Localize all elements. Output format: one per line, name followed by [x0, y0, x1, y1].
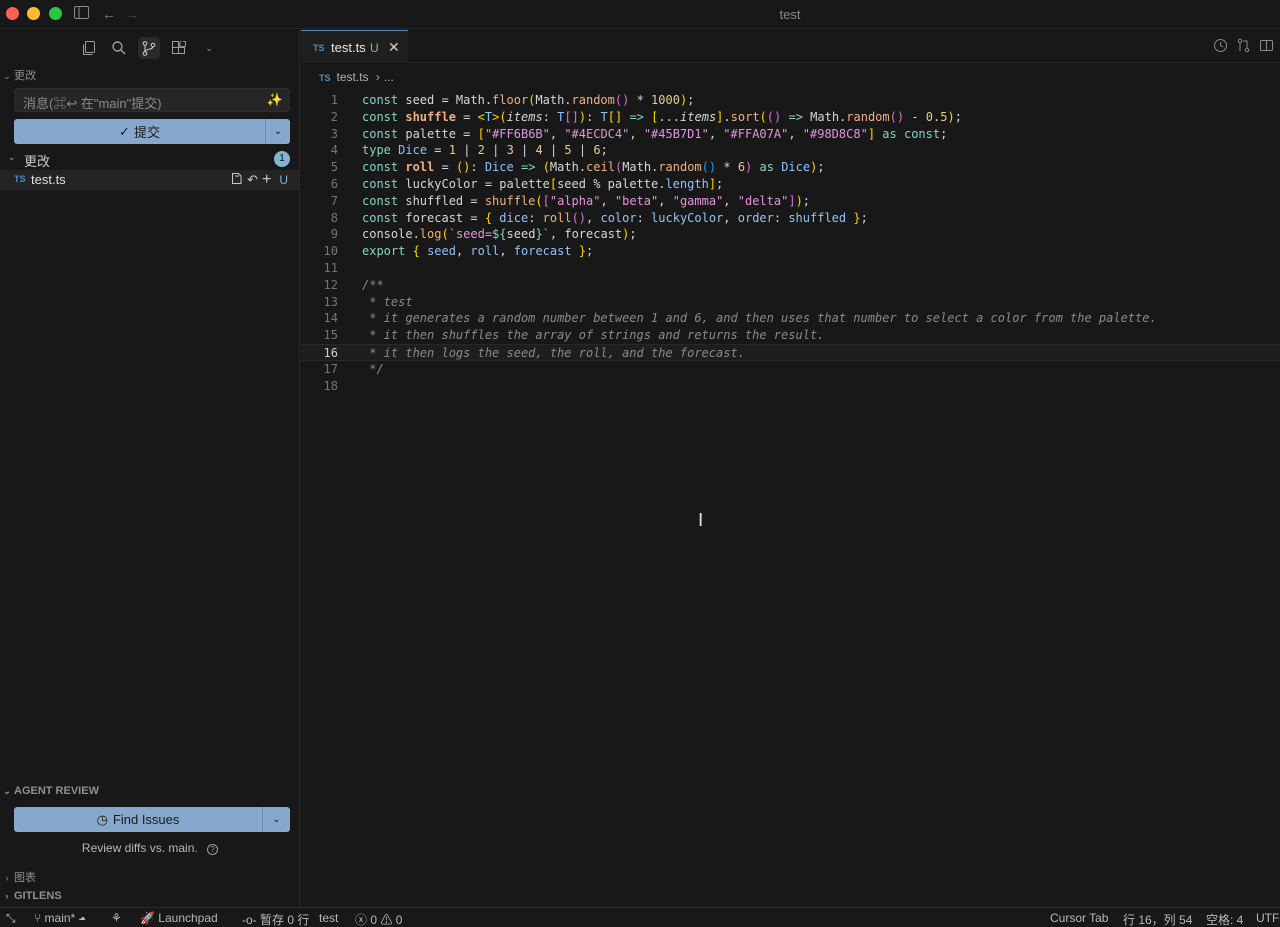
- cursor-position[interactable]: 行 16，列 54: [1123, 911, 1192, 927]
- text-cursor-ibeam-icon: Ⅰ: [698, 510, 704, 530]
- remote-icon[interactable]: ⤡: [6, 911, 16, 926]
- chevron-down-icon: ⌄: [273, 126, 283, 137]
- breadcrumb-separator-icon: ›: [375, 70, 380, 84]
- agent-review-header[interactable]: ⌄ AGENT REVIEW: [0, 785, 99, 797]
- code-line: 3 const palette = ["#FF6B6B", "#4ECDC4", …: [330, 126, 948, 141]
- typescript-file-icon: TS: [319, 73, 331, 83]
- code-line: 18: [323, 378, 338, 393]
- chevron-right-icon: ›: [5, 891, 9, 901]
- tab-label: test.ts: [331, 40, 366, 55]
- review-note: Review diffs vs. main. ?: [0, 841, 300, 855]
- branch-status[interactable]: ⑂ main* ☁: [34, 911, 86, 925]
- code-line-current: 16 * it then logs the seed, the roll, an…: [301, 343, 1280, 361]
- commit-message-input[interactable]: 消息(⌘↩ 在"main"提交) ✨: [14, 88, 290, 112]
- rocket-icon: 🚀: [140, 911, 155, 925]
- code-line: 13 * test: [323, 294, 413, 309]
- commit-dropdown-button[interactable]: ⌄: [265, 119, 290, 144]
- review-icon: ◷: [96, 811, 108, 827]
- chevron-down-icon: ⌄: [3, 71, 11, 81]
- typescript-file-icon: TS: [14, 174, 26, 184]
- open-changes-icon[interactable]: [1236, 38, 1251, 56]
- code-line: 5 const roll = (): Dice => (Math.ceil(Mat…: [330, 160, 825, 175]
- typescript-file-icon: TS: [313, 43, 325, 53]
- more-views-chevron-icon[interactable]: ⌄: [198, 37, 220, 59]
- breadcrumb[interactable]: TS test.ts ›...: [319, 70, 394, 84]
- commit-button[interactable]: ✓ 提交: [14, 119, 265, 144]
- generate-message-sparkle-icon[interactable]: ✨: [267, 92, 283, 108]
- search-icon[interactable]: [108, 37, 130, 59]
- code-editor[interactable]: 1 const seed = Math.floor(Math.random() *…: [301, 92, 1280, 394]
- chevron-right-icon: ›: [5, 873, 9, 883]
- help-icon[interactable]: ?: [207, 844, 219, 855]
- code-line: 4 type Dice = 1 | 2 | 3 | 4 | 5 | 6;: [330, 143, 608, 158]
- warning-icon: ⚠: [380, 913, 393, 927]
- source-control-icon[interactable]: [138, 37, 160, 59]
- gitlens-section-header[interactable]: › GITLENS: [0, 890, 62, 902]
- open-file-icon[interactable]: [230, 172, 243, 188]
- extensions-icon[interactable]: [168, 37, 190, 59]
- find-issues-button[interactable]: ◷ Find Issues: [14, 807, 262, 832]
- stash-status[interactable]: -o- 暂存 0 行: [242, 911, 309, 927]
- status-bar: ⤡ ⑂ main* ☁ ⚘ 🚀 Launchpad -o- 暂存 0 行 tes…: [0, 907, 1280, 927]
- discard-changes-icon[interactable]: ↶: [247, 172, 258, 188]
- code-line: 14 * it generates a random number betwee…: [323, 311, 1157, 326]
- changes-group-header[interactable]: ⌄ 更改 1: [0, 150, 300, 169]
- changed-file-name: test.ts: [31, 172, 66, 187]
- chevron-down-icon: ⌄: [8, 152, 16, 162]
- cursor-tab-status[interactable]: Cursor Tab: [1050, 911, 1108, 925]
- code-line: 15 * it then shuffles the array of strin…: [323, 328, 825, 343]
- close-icon[interactable]: ✕: [388, 39, 400, 56]
- commit-button-group: ✓ 提交 ⌄: [14, 119, 290, 144]
- code-line: 7 const shuffled = shuffle(["alpha", "bet…: [330, 193, 811, 208]
- graph-section-header[interactable]: › 图表: [0, 869, 37, 885]
- tab-bar: TS test.ts U ✕: [301, 30, 1280, 63]
- code-line: 8 const forecast = { dice: roll(), color:…: [330, 210, 868, 225]
- tab-test-ts[interactable]: TS test.ts U ✕: [301, 30, 408, 63]
- code-line: 12/**: [323, 277, 384, 292]
- code-line: 2 const shuffle = <T>(items: T[]): T[] =>…: [330, 109, 962, 124]
- changes-count-badge: 1: [274, 151, 290, 167]
- gitlens-icon[interactable]: ⚘: [111, 911, 122, 925]
- changes-section-header[interactable]: ⌄ 更改: [0, 67, 36, 83]
- source-control-sidebar: ⌄ ⌄ 更改 消息(⌘↩ 在"main"提交) ✨ ✓ 提交 ⌄ ⌄ 更改 1 T…: [0, 30, 300, 907]
- code-line: 1 const seed = Math.floor(Math.random() *…: [330, 93, 695, 107]
- launchpad-status[interactable]: 🚀 Launchpad: [140, 911, 218, 925]
- indentation-status[interactable]: 空格: 4: [1206, 911, 1243, 927]
- commit-icon: -o-: [242, 913, 257, 927]
- editor-area: TS test.ts U ✕ TS test.ts ›... 1 const see…: [301, 30, 1280, 907]
- code-line: 11: [323, 260, 338, 275]
- chevron-down-icon: ⌄: [272, 814, 281, 825]
- title-bar: ← → test: [0, 0, 1280, 29]
- encoding-status[interactable]: UTF-: [1256, 911, 1280, 925]
- cloud-sync-icon: ☁: [78, 911, 86, 925]
- file-status-untracked: U: [279, 173, 288, 187]
- problems-status[interactable]: ⓧ 0 ⚠ 0: [355, 911, 402, 927]
- branch-icon: ⑂: [34, 911, 42, 925]
- project-name[interactable]: test: [319, 911, 338, 925]
- error-icon: ⓧ: [355, 913, 368, 927]
- find-issues-button-group: ◷ Find Issues ⌄: [14, 807, 290, 832]
- code-line: 6 const luckyColor = palette[seed % palet…: [330, 176, 724, 191]
- commit-message-placeholder: 消息(⌘↩ 在"main"提交): [23, 96, 162, 111]
- chevron-down-icon: ⌄: [3, 786, 11, 796]
- tab-status: U: [370, 41, 379, 55]
- activity-bar: ⌄: [78, 37, 220, 59]
- window-title: test: [779, 7, 801, 22]
- find-issues-dropdown-button[interactable]: ⌄: [262, 807, 290, 832]
- stage-changes-icon[interactable]: +: [262, 171, 271, 189]
- timeline-history-icon[interactable]: [1213, 38, 1228, 56]
- explorer-icon[interactable]: [78, 37, 100, 59]
- changed-file-row[interactable]: TS test.ts ↶ + U: [0, 170, 300, 190]
- code-line: 9 console.log(`seed=${seed}`, forecast);: [330, 227, 637, 242]
- split-editor-icon[interactable]: [1259, 38, 1274, 56]
- check-icon: ✓: [119, 123, 130, 139]
- code-line: 17 */: [323, 361, 384, 376]
- code-line: 10 export { seed, roll, forecast };: [323, 244, 594, 259]
